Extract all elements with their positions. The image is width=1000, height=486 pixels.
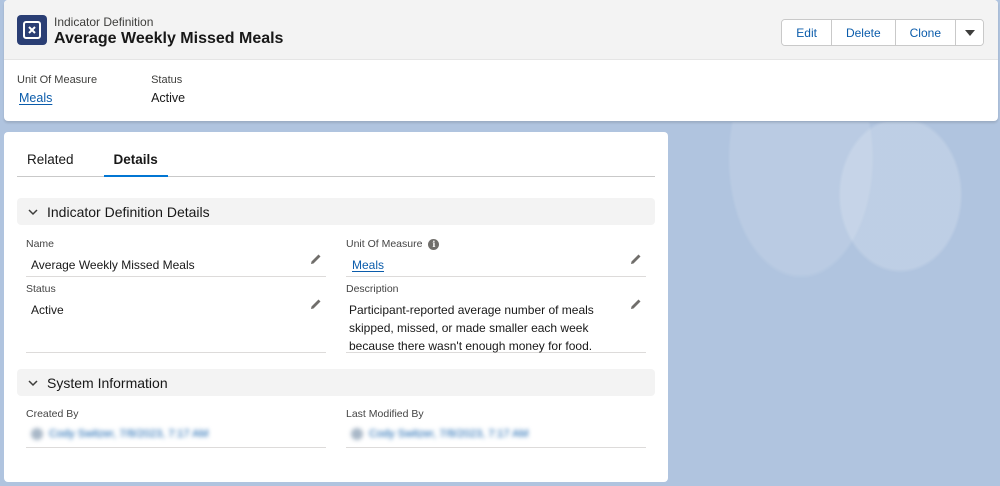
chevron-down-icon [27, 377, 39, 389]
info-icon[interactable]: i [428, 238, 440, 250]
clone-button[interactable]: Clone [895, 20, 956, 45]
field-name: Name Average Weekly Missed Meals [26, 238, 326, 277]
detail-card: Related Details Indicator Definition Det… [4, 132, 668, 482]
field-last-modified-by: Last Modified By Cody Switzer, 7/8/2023,… [346, 408, 646, 448]
object-type-label: Indicator Definition [54, 15, 154, 29]
tab-related[interactable]: Related [17, 147, 84, 177]
avatar [351, 428, 363, 440]
pencil-icon[interactable] [630, 253, 642, 265]
field-status: Status Active [26, 283, 326, 353]
field-label: Unit Of Measure i [346, 238, 646, 250]
delete-button[interactable]: Delete [831, 20, 896, 45]
avatar [31, 428, 43, 440]
field-unit-of-measure: Unit Of Measure i Meals [346, 238, 646, 277]
record-header: Indicator Definition Average Weekly Miss… [4, 0, 998, 121]
more-actions-button[interactable] [956, 20, 983, 45]
tab-details[interactable]: Details [103, 147, 168, 177]
record-title: Average Weekly Missed Meals [54, 30, 284, 47]
highlight-label: Status [151, 74, 183, 86]
highlight-label: Unit Of Measure [17, 74, 98, 86]
modified-by-text[interactable]: Cody Switzer, 7/8/2023, 7:17 AM [369, 428, 529, 440]
pencil-icon[interactable] [310, 298, 322, 310]
unit-of-measure-link[interactable]: Meals [19, 91, 52, 105]
action-button-group: Edit Delete Clone [781, 19, 984, 46]
unit-of-measure-link[interactable]: Meals [352, 258, 384, 272]
field-label-text: Unit Of Measure [346, 238, 423, 250]
status-value: Active [151, 91, 186, 105]
field-description: Description Participant-reported average… [346, 283, 646, 353]
field-label: Status [26, 283, 56, 295]
field-label: Created By [26, 408, 79, 420]
edit-button[interactable]: Edit [782, 20, 832, 45]
tab-bar: Related Details [17, 147, 655, 177]
background-pattern [668, 122, 1000, 486]
chevron-down-icon [27, 206, 39, 218]
section-header-indicator-details[interactable]: Indicator Definition Details [17, 198, 655, 225]
field-label: Last Modified By [346, 408, 424, 420]
pencil-icon[interactable] [630, 298, 642, 310]
modified-by-value: Cody Switzer, 7/8/2023, 7:17 AM [351, 428, 646, 440]
indicator-definition-icon [17, 15, 47, 45]
field-value: Average Weekly Missed Meals [31, 258, 195, 272]
highlight-unit-of-measure: Unit Of Measure Meals [17, 74, 97, 105]
field-label: Description [346, 283, 399, 295]
field-value: Active [31, 303, 64, 317]
section-title: System Information [47, 374, 168, 391]
caret-down-icon [964, 29, 975, 36]
field-created-by: Created By Cody Switzer, 7/8/2023, 7:17 … [26, 408, 326, 448]
field-value: Participant-reported average number of m… [349, 303, 594, 353]
pencil-icon[interactable] [310, 253, 322, 265]
highlight-status: Status Active [151, 74, 185, 105]
created-by-value: Cody Switzer, 7/8/2023, 7:17 AM [31, 428, 326, 440]
section-title: Indicator Definition Details [47, 203, 210, 220]
field-label: Name [26, 238, 55, 250]
highlights-panel: Unit Of Measure Meals Status Active [17, 74, 239, 105]
created-by-text[interactable]: Cody Switzer, 7/8/2023, 7:17 AM [49, 428, 209, 440]
header-title-bar: Indicator Definition Average Weekly Miss… [4, 0, 998, 60]
section-header-system-information[interactable]: System Information [17, 369, 655, 396]
